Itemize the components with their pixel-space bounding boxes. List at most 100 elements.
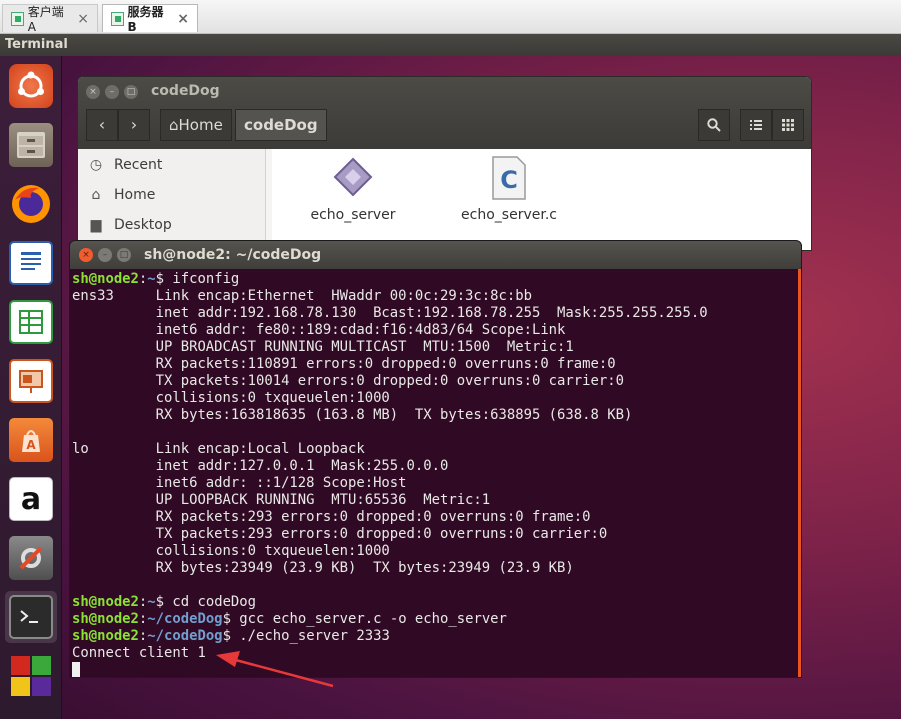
launcher: A a	[0, 56, 62, 719]
sidebar-item-label: Home	[114, 187, 156, 203]
terminal-line: inet addr:192.168.78.130 Bcast:192.168.7…	[72, 305, 708, 321]
file-manager-sidebar: ◷ Recent ⌂ Home ▆ Desktop	[78, 149, 266, 250]
vm-icon	[11, 11, 24, 26]
prompt-user: sh@node2	[72, 628, 139, 644]
prompt-user: sh@node2	[72, 611, 139, 627]
file-manager-window: × – □ codeDog ‹ › ⌂Home codeDog ◷ Recent	[77, 76, 812, 251]
prompt-path: ~	[147, 271, 156, 287]
grid-view-button[interactable]	[772, 109, 804, 141]
vm-icon	[111, 11, 124, 26]
command-text: ifconfig	[164, 271, 240, 287]
top-panel: Terminal	[0, 34, 901, 56]
text-cursor	[72, 662, 80, 677]
sidebar-item-recent[interactable]: ◷ Recent	[88, 157, 163, 173]
terminal-line: sh@node2:~$ ifconfig	[72, 271, 798, 288]
terminal-line: inet6 addr: fe80::189:cdad:f16:4d83/64 S…	[72, 322, 566, 338]
command-text: ./echo_server 2333	[230, 628, 390, 644]
workspaces-icon[interactable]	[5, 650, 57, 702]
terminal-line: collisions:0 txqueuelen:1000	[72, 390, 390, 406]
list-view-button[interactable]	[740, 109, 772, 141]
file-name: echo_server	[310, 207, 396, 223]
prompt-symbol: $	[222, 611, 231, 627]
chevron-right-icon: ›	[130, 115, 138, 134]
calc-icon[interactable]	[5, 296, 57, 348]
vm-tab-server-b[interactable]: 服务器B ×	[102, 4, 198, 34]
file-item-echo-server[interactable]: echo_server	[298, 155, 408, 223]
sidebar-item-label: Desktop	[114, 217, 172, 233]
prompt-path: ~	[147, 594, 156, 610]
close-icon[interactable]: ×	[86, 85, 100, 99]
impress-icon[interactable]	[5, 355, 57, 407]
home-icon: ⌂	[169, 116, 179, 134]
search-icon	[707, 118, 721, 132]
c-source-icon: C	[487, 155, 531, 201]
terminal-line: collisions:0 txqueuelen:1000	[72, 543, 390, 559]
file-name: echo_server.c	[461, 207, 557, 223]
terminal-line	[72, 662, 798, 677]
terminal-output[interactable]: sh@node2:~$ ifconfig ens33 Link encap:Eth…	[72, 271, 798, 677]
file-list: echo_server C echo_server.c	[272, 149, 811, 250]
chevron-left-icon: ‹	[98, 115, 106, 134]
clock-icon: ◷	[89, 157, 103, 173]
file-item-echo-server-c[interactable]: C echo_server.c	[454, 155, 564, 223]
executable-icon	[331, 155, 375, 201]
writer-icon[interactable]	[5, 237, 57, 289]
amazon-icon[interactable]: a	[5, 473, 57, 525]
software-center-icon[interactable]: A	[5, 414, 57, 466]
sidebar-item-home[interactable]: ⌂ Home	[88, 187, 156, 203]
terminal-line: TX packets:293 errors:0 dropped:0 overru…	[72, 526, 608, 542]
breadcrumb-label: codeDog	[244, 116, 318, 134]
prompt-path: ~/codeDog	[147, 611, 223, 627]
prompt-symbol: $	[155, 271, 165, 287]
window-title: codeDog	[151, 83, 220, 99]
terminal-line: UP BROADCAST RUNNING MULTICAST MTU:1500 …	[72, 339, 574, 355]
minimize-icon[interactable]: –	[105, 85, 119, 99]
breadcrumb-current[interactable]: codeDog	[235, 109, 327, 141]
terminal-line: RX packets:110891 errors:0 dropped:0 ove…	[72, 356, 616, 372]
amazon-letter: a	[20, 481, 42, 517]
close-icon[interactable]: ×	[79, 248, 93, 262]
sidebar-item-label: Recent	[114, 157, 163, 173]
list-view-icon	[750, 120, 762, 130]
breadcrumb-home[interactable]: ⌂Home	[160, 109, 232, 141]
terminal-icon[interactable]	[5, 591, 57, 643]
back-button[interactable]: ‹	[86, 109, 118, 141]
minimize-icon[interactable]: –	[98, 248, 112, 262]
forward-button[interactable]: ›	[118, 109, 150, 141]
prompt-symbol: $	[222, 628, 231, 644]
svg-text:C: C	[500, 166, 518, 194]
terminal-line: inet6 addr: ::1/128 Scope:Host	[72, 475, 407, 491]
terminal-line: TX packets:10014 errors:0 dropped:0 over…	[72, 373, 624, 389]
vm-tab-strip: 客户端A × 服务器B ×	[0, 0, 901, 34]
system-settings-icon[interactable]	[5, 532, 57, 584]
terminal-line: UP LOOPBACK RUNNING MTU:65536 Metric:1	[72, 492, 491, 508]
terminal-titlebar: × – □ sh@node2: ~/codeDog	[70, 241, 801, 269]
terminal-line: sh@node2:~/codeDog$ gcc echo_server.c -o…	[72, 611, 798, 628]
terminal-line: sh@node2:~/codeDog$ ./echo_server 2333	[72, 628, 798, 645]
prompt-path: ~/codeDog	[147, 628, 223, 644]
close-icon[interactable]: ×	[77, 11, 89, 27]
folder-icon: ▆	[90, 217, 102, 233]
vm-tab-label: 客户端A	[27, 5, 64, 34]
window-title: sh@node2: ~/codeDog	[144, 247, 322, 263]
terminal-line: inet addr:127.0.0.1 Mask:255.0.0.0	[72, 458, 449, 474]
search-button[interactable]	[698, 109, 730, 141]
grid-view-icon	[782, 119, 794, 131]
command-text: gcc echo_server.c -o echo_server	[230, 611, 507, 627]
maximize-icon[interactable]: □	[117, 248, 131, 262]
ubuntu-dash-icon[interactable]	[5, 60, 57, 112]
terminal-line: RX packets:293 errors:0 dropped:0 overru…	[72, 509, 591, 525]
firefox-icon[interactable]	[5, 178, 57, 230]
breadcrumb-label: Home	[178, 116, 223, 134]
terminal-scrollbar[interactable]	[798, 269, 801, 677]
close-icon[interactable]: ×	[177, 11, 189, 27]
files-icon[interactable]	[5, 119, 57, 171]
vm-tab-client-a[interactable]: 客户端A ×	[2, 4, 98, 34]
terminal-line: RX bytes:163818635 (163.8 MB) TX bytes:6…	[72, 407, 633, 423]
maximize-icon[interactable]: □	[124, 85, 138, 99]
terminal-line: RX bytes:23949 (23.9 KB) TX bytes:23949 …	[72, 560, 574, 576]
sidebar-item-desktop[interactable]: ▆ Desktop	[88, 217, 172, 233]
vm-tab-label: 服务器B	[127, 5, 164, 34]
file-manager-header: × – □ codeDog ‹ › ⌂Home codeDog	[78, 77, 811, 149]
